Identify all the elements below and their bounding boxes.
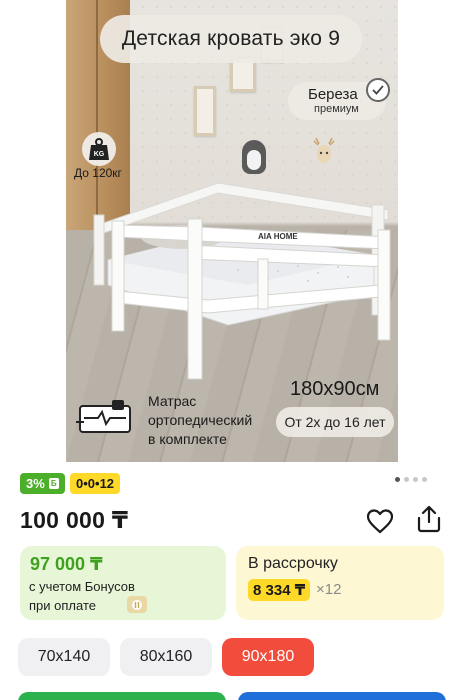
bonus-percent: 3% <box>26 476 45 491</box>
installment-badge: 0•0•12 <box>70 473 121 494</box>
wood-type: Береза <box>308 86 358 103</box>
weight-icon: KG <box>82 132 116 166</box>
mattress-line-2: ортопедический <box>148 412 253 428</box>
bonus-badge: 3% Б <box>20 473 65 494</box>
mattress-icon <box>74 398 136 438</box>
size-option-70x140[interactable]: 70х140 <box>18 638 110 676</box>
heart-icon[interactable] <box>366 508 394 534</box>
pager-dot[interactable] <box>404 477 409 482</box>
age-range-badge: От 2х до 16 лет <box>276 407 394 437</box>
installment-multiplier: ×12 <box>316 581 342 598</box>
photo-pager <box>395 477 427 482</box>
deer-decoration <box>310 136 338 170</box>
brand-mark: AIA HOME <box>258 232 298 241</box>
installment-card[interactable]: В рассрочку 8 334 ₸ ×12 <box>236 546 444 620</box>
pager-dot[interactable] <box>422 477 427 482</box>
product-photo-title: Детская кровать эко 9 <box>100 15 362 63</box>
product-price: 100 000 ₸ <box>20 507 129 533</box>
bonus-payment-note: при оплате <box>29 598 96 613</box>
size-option-90x180[interactable]: 90х180 <box>222 638 314 676</box>
product-photo[interactable]: Детская кровать эко 9 Береза премиум KG … <box>66 0 398 462</box>
bottom-action-button-blue[interactable] <box>238 692 446 700</box>
bottom-action-button-green[interactable] <box>18 692 226 700</box>
mattress-line-3: в комплекте <box>148 431 227 447</box>
share-icon[interactable] <box>416 505 442 533</box>
pager-dot[interactable] <box>395 477 400 482</box>
bed-illustration: AIA HOME <box>88 175 398 385</box>
mattress-info: Матрас ортопедический в комплекте <box>148 392 252 449</box>
installment-monthly: 8 334 ₸ <box>248 579 311 601</box>
bonus-icon: Б <box>48 478 59 489</box>
bed-dimensions: 180х90см <box>290 378 380 400</box>
size-option-80x160[interactable]: 80х160 <box>120 638 212 676</box>
penguin-decoration <box>242 140 266 174</box>
mattress-line-1: Матрас <box>148 393 197 409</box>
pager-dot[interactable] <box>413 477 418 482</box>
bonus-price-card[interactable]: 97 000 ₸ с учетом Бонусов при оплате <box>20 546 226 620</box>
bonus-price-note: с учетом Бонусов <box>29 579 135 594</box>
weight-icon-text: KG <box>94 151 105 158</box>
payment-icon <box>127 596 147 613</box>
wood-grade: премиум <box>314 103 359 115</box>
installment-label: В рассрочку <box>248 555 338 572</box>
check-icon <box>366 78 390 102</box>
bonus-price: 97 000 ₸ <box>30 554 103 574</box>
wall-picture <box>194 86 216 136</box>
